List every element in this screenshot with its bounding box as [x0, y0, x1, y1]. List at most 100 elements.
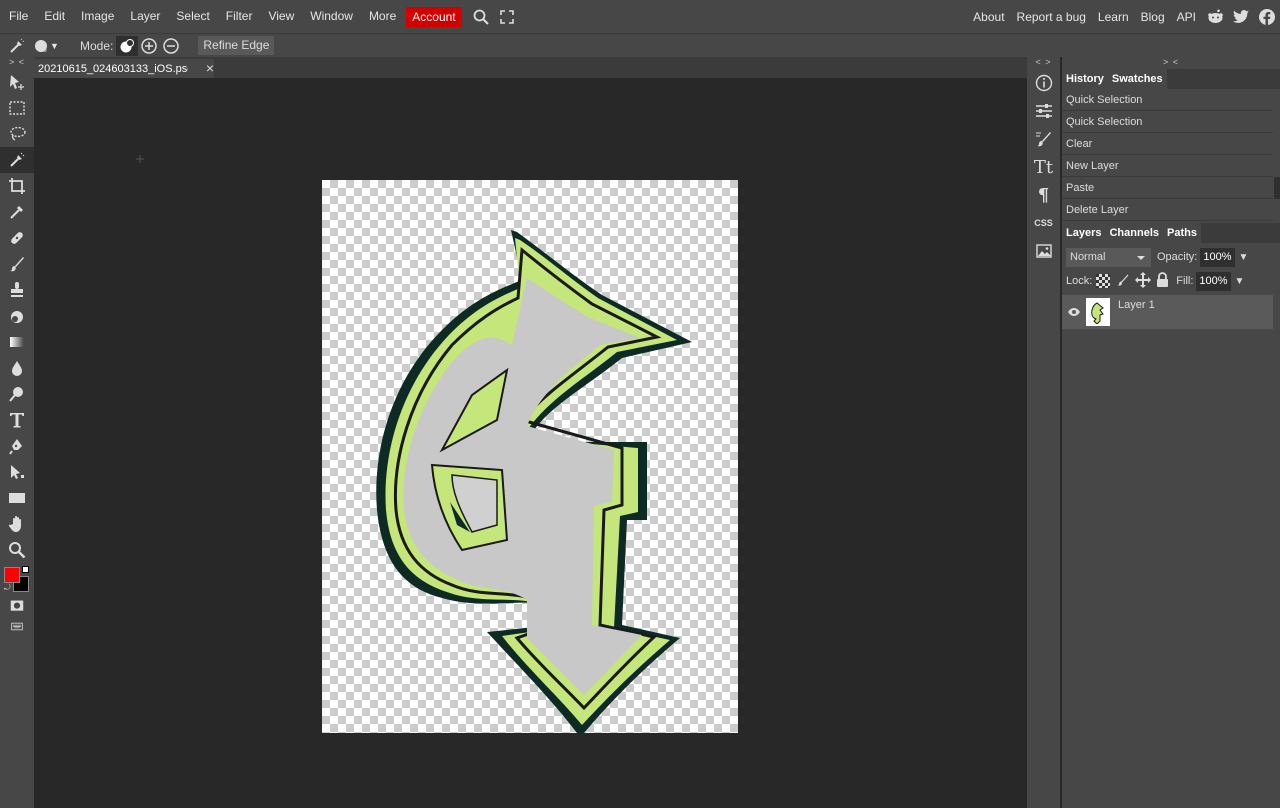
lock-all-icon[interactable] — [1156, 272, 1169, 290]
crosshair-cursor-icon — [136, 152, 144, 163]
hand-tool-icon[interactable] — [0, 511, 34, 537]
type-tool-icon[interactable] — [0, 407, 34, 433]
lock-move-icon[interactable] — [1135, 271, 1152, 291]
document-tab-name: 20210615_024603133_iOS.psd — [38, 62, 188, 75]
lock-fill-row: Lock: Fill: 100% ▼ — [1062, 269, 1280, 293]
menu-file[interactable]: File — [1, 0, 36, 33]
menu-filter[interactable]: Filter — [218, 0, 261, 33]
layers-tab-bar: Layers Channels Paths — [1062, 223, 1280, 243]
foreground-color-swatch[interactable] — [4, 567, 20, 583]
crop-tool-icon[interactable] — [0, 173, 34, 199]
brush-settings-icon[interactable] — [1027, 125, 1060, 153]
lock-transparency-icon[interactable] — [1096, 274, 1111, 288]
info-icon[interactable] — [1027, 69, 1060, 97]
menu-image[interactable]: Image — [73, 0, 122, 33]
document-tab[interactable]: 20210615_024603133_iOS.psd × — [34, 59, 214, 78]
tab-history[interactable]: History — [1062, 69, 1108, 89]
history-item[interactable]: Quick Selection — [1062, 89, 1273, 111]
marquee-tool-icon[interactable] — [0, 95, 34, 121]
about-link[interactable]: About — [967, 10, 1010, 24]
mode-label: Mode: — [80, 38, 114, 53]
right-panel-collapse-toggle[interactable]: > < — [1062, 57, 1280, 69]
lock-label: Lock: — [1066, 275, 1093, 287]
history-item[interactable]: Clear — [1062, 133, 1273, 155]
tools-panel: > < ⤾ — [0, 57, 34, 808]
swap-colors-icon[interactable] — [22, 566, 29, 573]
layer-row[interactable]: Layer 1 — [1062, 295, 1273, 329]
gradient-tool-icon[interactable] — [0, 329, 34, 355]
toolbar-collapse-toggle[interactable]: > < — [0, 57, 34, 69]
menu-more[interactable]: More — [361, 0, 404, 33]
right-column-collapse-toggle[interactable]: < > — [1027, 57, 1060, 69]
blur-tool-icon[interactable] — [0, 355, 34, 381]
eyedropper-tool-icon[interactable] — [0, 199, 34, 225]
menu-layer[interactable]: Layer — [122, 0, 168, 33]
shape-tool-icon[interactable] — [0, 485, 34, 511]
graffiti-g-artwork — [376, 230, 692, 733]
learn-link[interactable]: Learn — [1092, 10, 1135, 24]
brush-size-value: 15 — [39, 46, 47, 54]
mode-add-icon[interactable] — [138, 34, 160, 58]
fill-label: Fill: — [1176, 275, 1194, 287]
right-panel: > < History Swatches Quick Selection Qui… — [1062, 57, 1280, 808]
opacity-input[interactable]: 100% — [1200, 247, 1235, 267]
close-tab-icon[interactable]: × — [202, 59, 218, 78]
menu-window[interactable]: Window — [302, 0, 361, 33]
blend-mode-select[interactable]: Normal — [1066, 247, 1151, 267]
move-tool-icon[interactable] — [0, 69, 34, 95]
fill-input[interactable]: 100% — [1196, 271, 1231, 291]
mode-subtract-icon[interactable] — [160, 34, 182, 58]
api-link[interactable]: API — [1171, 10, 1202, 24]
quick-selection-tool-icon[interactable] — [0, 147, 34, 173]
brush-tool-icon[interactable] — [0, 251, 34, 277]
quick-selection-tool-icon[interactable] — [0, 34, 34, 58]
fill-dropdown-icon[interactable]: ▼ — [1235, 276, 1245, 287]
options-bar: 15 ▼ Mode: Refine Edge — [0, 33, 1280, 57]
opacity-dropdown-icon[interactable]: ▼ — [1239, 252, 1249, 263]
blend-opacity-row: Normal Opacity: 100% ▼ — [1062, 245, 1280, 269]
history-scrollbar[interactable] — [1274, 177, 1280, 199]
menu-edit[interactable]: Edit — [36, 0, 73, 33]
tab-paths[interactable]: Paths — [1163, 223, 1201, 243]
css-icon[interactable]: CSS — [1027, 209, 1060, 237]
eraser-tool-icon[interactable] — [0, 303, 34, 329]
paragraph-icon[interactable]: ¶ — [1027, 181, 1060, 209]
quick-mask-icon[interactable] — [0, 595, 34, 617]
menu-view[interactable]: View — [260, 0, 302, 33]
pen-tool-icon[interactable] — [0, 433, 34, 459]
tab-layers[interactable]: Layers — [1062, 223, 1106, 243]
history-item[interactable]: New Layer — [1062, 155, 1273, 177]
history-item[interactable]: Quick Selection — [1062, 111, 1273, 133]
visibility-eye-icon[interactable] — [1062, 307, 1086, 317]
history-list: Quick Selection Quick Selection Clear Ne… — [1062, 89, 1280, 221]
menu-select[interactable]: Select — [168, 0, 217, 33]
character-icon[interactable]: Tt — [1027, 153, 1060, 181]
image-icon[interactable] — [1027, 237, 1060, 265]
refine-edge-button[interactable]: Refine Edge — [198, 36, 275, 55]
tab-swatches[interactable]: Swatches — [1107, 69, 1167, 89]
tab-channels[interactable]: Channels — [1105, 223, 1163, 243]
dodge-tool-icon[interactable] — [0, 381, 34, 407]
adjustments-icon[interactable] — [1027, 97, 1060, 125]
default-colors-icon[interactable]: ⤾ — [4, 584, 12, 592]
reddit-icon[interactable] — [1202, 0, 1228, 33]
fullscreen-icon[interactable] — [494, 0, 520, 33]
zoom-tool-icon[interactable] — [0, 537, 34, 563]
search-icon[interactable] — [468, 0, 494, 33]
mode-new-selection-icon[interactable] — [116, 35, 139, 56]
twitter-icon[interactable] — [1228, 0, 1254, 33]
stamp-tool-icon[interactable] — [0, 277, 34, 303]
healing-brush-tool-icon[interactable] — [0, 225, 34, 251]
lasso-tool-icon[interactable] — [0, 121, 34, 147]
lock-paint-icon[interactable] — [1116, 273, 1130, 290]
history-item[interactable]: Delete Layer — [1062, 199, 1273, 221]
report-bug-link[interactable]: Report a bug — [1011, 10, 1092, 24]
history-item[interactable]: Paste — [1062, 177, 1273, 199]
document-canvas[interactable] — [322, 180, 738, 733]
blog-link[interactable]: Blog — [1135, 10, 1171, 24]
path-selection-tool-icon[interactable] — [0, 459, 34, 485]
brush-size-picker[interactable]: 15 ▼ — [34, 34, 66, 58]
keyboard-icon[interactable] — [0, 617, 34, 635]
account-button[interactable]: Account — [406, 6, 462, 27]
facebook-icon[interactable] — [1254, 0, 1280, 33]
